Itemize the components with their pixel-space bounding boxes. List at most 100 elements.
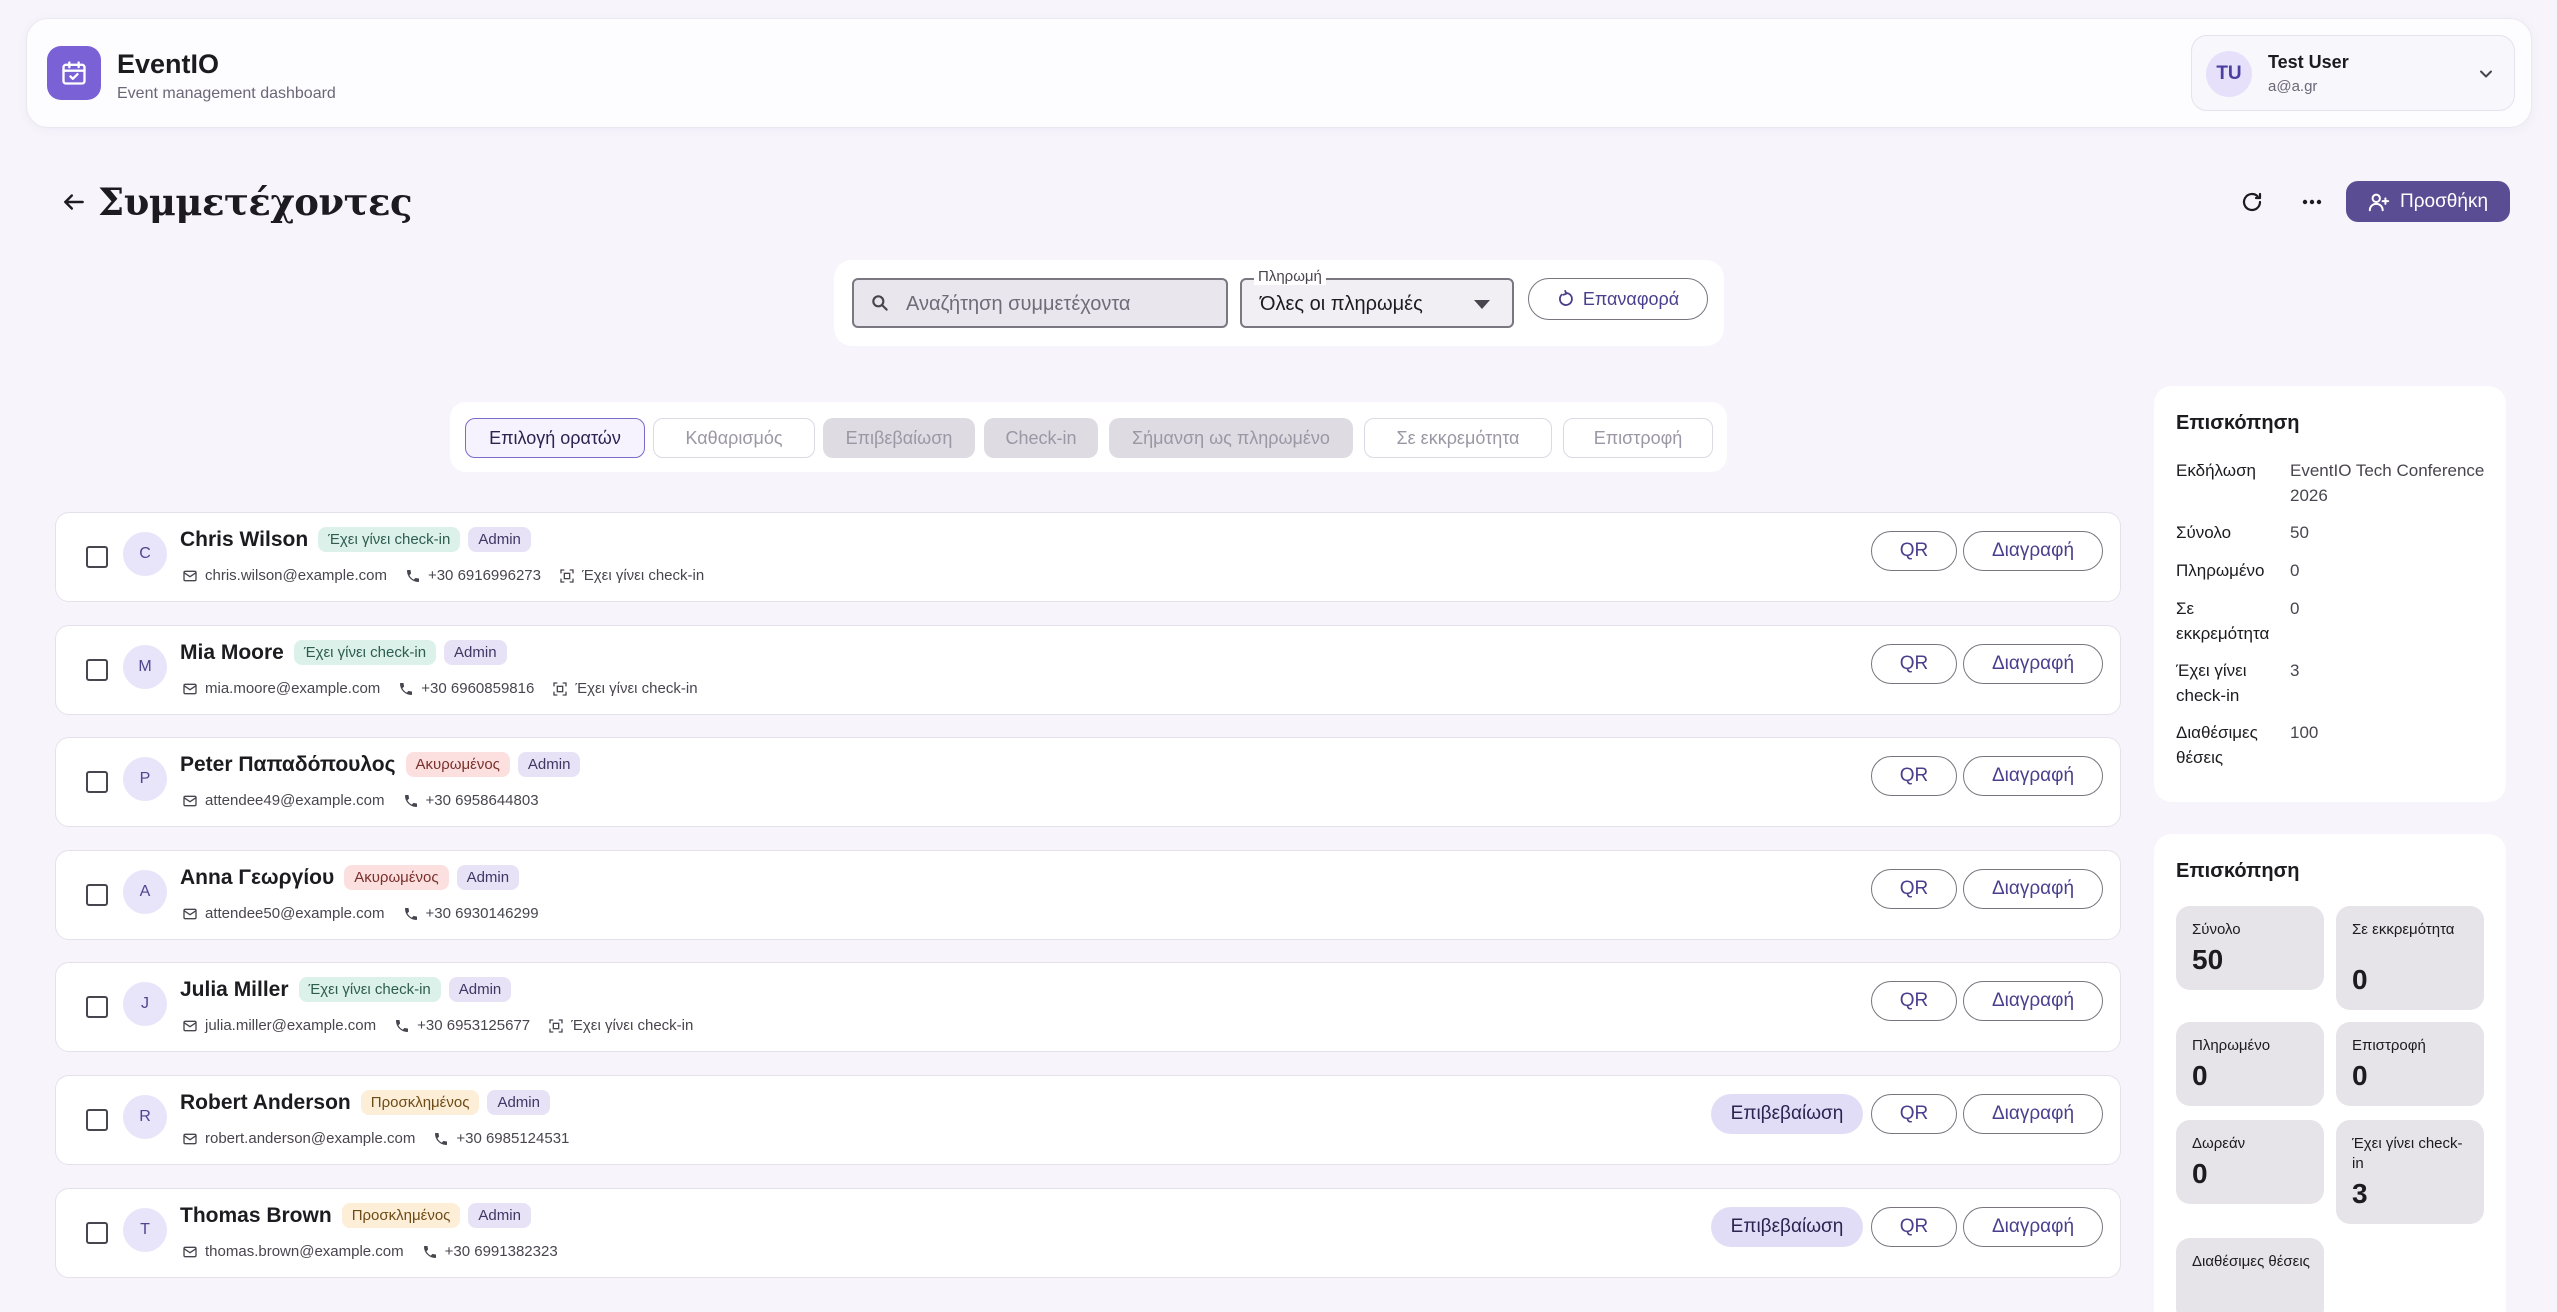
add-attendee-button[interactable]: Προσθήκη bbox=[2346, 181, 2510, 222]
bulk-confirm-button[interactable]: Επιβεβαίωση bbox=[823, 418, 975, 458]
qr-button[interactable]: QR bbox=[1871, 644, 1957, 684]
attendee-row: J Julia Miller Έχει γίνει check-in Admin… bbox=[55, 962, 2121, 1052]
overview-label: Διαθέσιμες θέσεις bbox=[2176, 723, 2258, 767]
confirm-button[interactable]: Επιβεβαίωση bbox=[1711, 1094, 1863, 1134]
avatar: T bbox=[123, 1208, 167, 1252]
select-visible-button[interactable]: Επιλογή ορατών bbox=[465, 418, 645, 458]
refresh-icon bbox=[2242, 192, 2262, 212]
phone-icon bbox=[406, 569, 419, 582]
stat-value: 0 bbox=[2352, 1060, 2368, 1091]
more-options-button[interactable] bbox=[2294, 184, 2330, 220]
delete-button[interactable]: Διαγραφή bbox=[1963, 756, 2103, 796]
row-checkbox[interactable] bbox=[86, 1222, 108, 1244]
page-title: Συμμετέχοντες bbox=[98, 180, 412, 224]
delete-button[interactable]: Διαγραφή bbox=[1963, 644, 2103, 684]
attendee-phone: +30 6985124531 bbox=[456, 1130, 570, 1147]
bulk-refund-button[interactable]: Επιστροφή bbox=[1563, 418, 1713, 458]
overview-title: Επισκόπηση bbox=[2176, 412, 2300, 434]
stat-label: Διαθέσιμες θέσεις bbox=[2192, 1253, 2310, 1270]
payment-select-value: Όλες οι πληρωμές bbox=[1260, 293, 1423, 315]
chevron-down-icon bbox=[2480, 70, 2492, 78]
attendee-name: Peter Παπαδόπουλος bbox=[180, 752, 396, 776]
attendee-header: Chris Wilson Έχει γίνει check-in Admin bbox=[180, 527, 531, 552]
payment-select-label: Πληρωμή bbox=[1254, 268, 1326, 285]
mail-icon bbox=[183, 908, 197, 919]
qr-button[interactable]: QR bbox=[1871, 1207, 1957, 1247]
avatar: R bbox=[123, 1095, 167, 1139]
attendee-email: julia.miller@example.com bbox=[205, 1017, 377, 1034]
qr-button[interactable]: QR bbox=[1871, 1094, 1957, 1134]
role-badge: Admin bbox=[456, 865, 520, 890]
payment-select[interactable]: Πληρωμή Όλες οι πληρωμές bbox=[1240, 268, 1514, 328]
delete-button[interactable]: Διαγραφή bbox=[1963, 869, 2103, 909]
stat-tile: Σύνολο 50 bbox=[2176, 906, 2324, 990]
user-menu[interactable]: TU Test User a@a.gr bbox=[2191, 35, 2515, 111]
reset-button[interactable]: Επαναφορά bbox=[1528, 278, 1708, 320]
qr-button[interactable]: QR bbox=[1871, 869, 1957, 909]
stat-label: Επιστροφή bbox=[2352, 1037, 2426, 1054]
attendee-row: R Robert Anderson Προσκλημένος Admin rob… bbox=[55, 1075, 2121, 1165]
attendee-details: robert.anderson@example.com +30 69851245… bbox=[182, 1130, 569, 1147]
stat-value: 3 bbox=[2352, 1178, 2368, 1209]
attendee-name: Anna Γεωργίου bbox=[180, 865, 335, 889]
overview-value: 50 bbox=[2290, 523, 2309, 542]
qr-button[interactable]: QR bbox=[1871, 981, 1957, 1021]
attendee-details: mia.moore@example.com +30 6960859816 Έχε… bbox=[182, 680, 698, 697]
attendee-details: julia.miller@example.com +30 6953125677 … bbox=[182, 1017, 693, 1034]
attendee-header: Robert Anderson Προσκλημένος Admin bbox=[180, 1090, 550, 1115]
overview-label: Πληρωμένο bbox=[2176, 561, 2265, 580]
overview-label: Έχει γίνει check-in bbox=[2176, 661, 2247, 705]
row-checkbox[interactable] bbox=[86, 1109, 108, 1131]
avatar: C bbox=[123, 532, 167, 576]
status-badge: Προσκλημένος bbox=[360, 1090, 480, 1115]
status-badge: Ακυρωμένος bbox=[405, 752, 510, 777]
back-button[interactable] bbox=[58, 186, 90, 218]
role-badge: Admin bbox=[487, 1090, 550, 1115]
row-checkbox[interactable] bbox=[86, 884, 108, 906]
attendee-header: Anna Γεωργίου Ακυρωμένος Admin bbox=[180, 865, 520, 890]
stats-card: Επισκόπηση Σύνολο 50 Σε εκκρεμότητα 0 Πληρωμ… bbox=[2154, 834, 2506, 1312]
more-horizontal-icon bbox=[2302, 199, 2322, 205]
search-input[interactable] bbox=[906, 288, 1216, 320]
bulk-pending-button[interactable]: Σε εκκρεμότητα bbox=[1364, 418, 1552, 458]
overview-value: 100 bbox=[2290, 723, 2319, 742]
stats-title: Επισκόπηση bbox=[2176, 860, 2300, 882]
refresh-button[interactable] bbox=[2234, 184, 2270, 220]
overview-label: Σύνολο bbox=[2176, 523, 2232, 542]
attendee-email: robert.anderson@example.com bbox=[205, 1130, 416, 1147]
phone-icon bbox=[404, 907, 417, 920]
row-checkbox[interactable] bbox=[86, 771, 108, 793]
overview-value: 0 bbox=[2290, 599, 2300, 618]
checkin-note: Έχει γίνει check-in bbox=[571, 1017, 694, 1034]
phone-icon bbox=[404, 794, 417, 807]
clear-selection-button[interactable]: Καθαρισμός bbox=[653, 418, 815, 458]
stat-value: 50 bbox=[2192, 944, 2224, 975]
role-badge: Admin bbox=[448, 977, 512, 1002]
stat-label: Σε εκκρεμότητα bbox=[2352, 921, 2455, 938]
delete-button[interactable]: Διαγραφή bbox=[1963, 1094, 2103, 1134]
status-badge: Προσκλημένος bbox=[341, 1203, 461, 1228]
bulk-checkin-button[interactable]: Check-in bbox=[984, 418, 1098, 458]
avatar: M bbox=[123, 645, 167, 689]
row-checkbox[interactable] bbox=[86, 996, 108, 1018]
row-checkbox[interactable] bbox=[86, 659, 108, 681]
row-checkbox[interactable] bbox=[86, 546, 108, 568]
delete-button[interactable]: Διαγραφή bbox=[1963, 531, 2103, 571]
user-name: Test User bbox=[2268, 52, 2349, 72]
delete-button[interactable]: Διαγραφή bbox=[1963, 1207, 2103, 1247]
qr-button[interactable]: QR bbox=[1871, 756, 1957, 796]
attendee-phone: +30 6958644803 bbox=[425, 792, 539, 809]
qr-button[interactable]: QR bbox=[1871, 531, 1957, 571]
avatar: A bbox=[123, 870, 167, 914]
mail-icon bbox=[183, 1020, 197, 1031]
dropdown-arrow-icon bbox=[1474, 300, 1490, 309]
attendee-email: attendee49@example.com bbox=[205, 792, 385, 809]
confirm-button[interactable]: Επιβεβαίωση bbox=[1711, 1207, 1863, 1247]
stat-value: 0 bbox=[2352, 964, 2368, 995]
filter-panel: Πληρωμή Όλες οι πληρωμές Επαναφορά bbox=[834, 260, 1724, 346]
attendee-name: Mia Moore bbox=[180, 640, 284, 664]
search-field[interactable] bbox=[852, 278, 1228, 328]
attendee-phone: +30 6916996273 bbox=[427, 567, 541, 584]
delete-button[interactable]: Διαγραφή bbox=[1963, 981, 2103, 1021]
bulk-mark-paid-button[interactable]: Σήμανση ως πληρωμένο bbox=[1109, 418, 1353, 458]
